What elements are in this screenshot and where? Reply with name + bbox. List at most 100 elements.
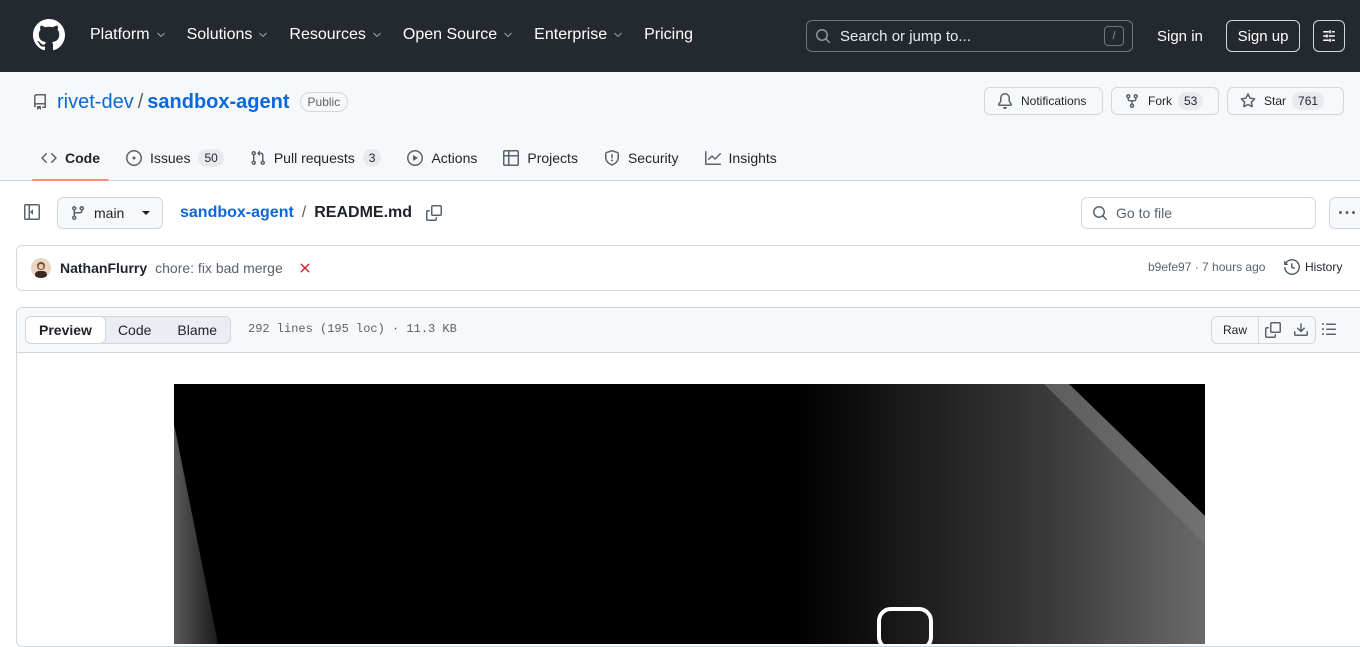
tab-label: Actions <box>431 150 478 166</box>
file-info: 292 lines (195 loc) · 11.3 KB <box>248 322 457 336</box>
nav-item-label: Enterprise <box>534 26 608 43</box>
caret-down-icon <box>142 211 150 215</box>
kebab-horizontal-icon <box>1339 205 1355 221</box>
repo-name-link[interactable]: sandbox-agent <box>147 91 289 114</box>
play-icon <box>407 150 424 166</box>
breadcrumb-file-name: README.md <box>314 204 413 221</box>
nav-item-pricing[interactable]: Pricing <box>634 20 703 50</box>
nav-item-solutions[interactable]: Solutions <box>177 20 280 50</box>
fork-count: 53 <box>1178 92 1204 110</box>
history-label: History <box>1305 260 1343 274</box>
search-icon <box>1092 205 1108 221</box>
shield-icon <box>604 150 620 166</box>
global-header: Platform Solutions Resources Open Source Ent… <box>0 0 1360 72</box>
repo-tabs: Code Issues 50 Pull requests 3 Actions Project… <box>32 136 794 181</box>
readme-banner-image <box>174 384 1205 644</box>
go-to-file-input[interactable] <box>1116 205 1296 221</box>
branch-selector[interactable]: main <box>57 197 163 229</box>
tab-pull-requests[interactable]: Pull requests 3 <box>241 136 391 180</box>
raw-button[interactable]: Raw <box>1212 317 1260 343</box>
fork-icon <box>1124 93 1140 109</box>
sidebar-toggle-button[interactable] <box>16 196 48 228</box>
tab-count: 50 <box>198 149 224 167</box>
nav-item-enterprise[interactable]: Enterprise <box>524 20 634 50</box>
tab-label: Code <box>65 150 100 166</box>
github-logo-icon[interactable] <box>33 19 65 51</box>
tab-actions[interactable]: Actions <box>398 136 486 180</box>
code-icon <box>41 150 57 166</box>
sign-in-link[interactable]: Sign in <box>1148 20 1212 52</box>
breadcrumb-separator: / <box>301 204 307 221</box>
x-failure-icon[interactable] <box>297 260 313 276</box>
branch-name: main <box>94 205 125 221</box>
repo-separator: / <box>137 90 144 113</box>
global-search[interactable]: Search or jump to... / <box>806 20 1133 52</box>
star-button[interactable]: Star 761 <box>1227 87 1344 115</box>
copy-raw-button[interactable] <box>1259 317 1287 343</box>
chevron-down-icon <box>257 29 269 41</box>
nav-item-label: Open Source <box>402 26 498 43</box>
table-icon <box>503 150 520 166</box>
repo-title: rivet-dev / sandbox-agent Public <box>32 90 349 114</box>
breadcrumb: sandbox-agent / README.md <box>180 202 443 224</box>
view-mode-segmented-control: Preview Code Blame <box>25 316 232 344</box>
menu-button[interactable] <box>1313 20 1345 52</box>
nav-item-label: Resources <box>289 26 366 43</box>
copy-icon <box>1265 322 1282 338</box>
download-button[interactable] <box>1287 317 1315 343</box>
notifications-label: Notifications <box>1021 94 1087 108</box>
tab-label: Issues <box>150 150 191 166</box>
pull-request-icon <box>250 150 266 166</box>
list-unordered-icon[interactable] <box>1321 321 1337 337</box>
git-branch-icon <box>70 205 86 221</box>
repo-header: rivet-dev / sandbox-agent Public Notific… <box>0 72 1360 181</box>
commit-author-link[interactable]: NathanFlurry <box>60 260 147 276</box>
tab-label: Pull requests <box>273 150 355 166</box>
tab-code[interactable]: Code <box>32 136 109 181</box>
repo-actions: Notifications Fork 53 Star 761 <box>984 87 1352 115</box>
breadcrumb-repo-link[interactable]: sandbox-agent <box>180 204 294 222</box>
file-viewer: Preview Code Blame 292 lines (195 loc) · 1… <box>16 307 1360 647</box>
tab-security[interactable]: Security <box>595 136 688 180</box>
search-icon <box>815 28 831 44</box>
tab-issues[interactable]: Issues 50 <box>117 136 233 180</box>
tab-label: Security <box>627 150 679 166</box>
commit-message-link[interactable]: chore: fix bad merge <box>155 260 283 276</box>
history-button[interactable]: History <box>1284 259 1342 275</box>
chevron-down-icon <box>155 29 167 41</box>
file-actions: Raw <box>1211 316 1317 344</box>
copy-path-icon[interactable] <box>426 205 443 221</box>
bell-icon <box>997 93 1013 109</box>
more-options-button[interactable] <box>1329 197 1360 229</box>
file-viewer-header: Preview Code Blame 292 lines (195 loc) · 1… <box>17 308 1360 353</box>
notifications-button[interactable]: Notifications <box>984 87 1103 115</box>
commit-sha-time[interactable]: b9efe97 · 7 hours ago <box>1148 260 1265 274</box>
tab-label: Projects <box>527 150 578 166</box>
chevron-down-icon <box>502 29 514 41</box>
star-label: Star <box>1264 94 1287 108</box>
view-code-button[interactable]: Code <box>105 317 164 343</box>
sidebar-expand-icon <box>24 204 40 220</box>
nav-item-resources[interactable]: Resources <box>279 20 392 50</box>
view-preview-button[interactable]: Preview <box>25 316 106 344</box>
search-shortcut-key: / <box>1104 26 1124 46</box>
tab-projects[interactable]: Projects <box>494 136 587 180</box>
avatar[interactable] <box>31 258 51 278</box>
go-to-file-field[interactable] <box>1081 197 1316 229</box>
visibility-badge: Public <box>299 92 349 112</box>
view-blame-button[interactable]: Blame <box>164 317 230 343</box>
nav-item-platform[interactable]: Platform <box>80 20 177 50</box>
chevron-down-icon <box>371 29 383 41</box>
sliders-icon <box>1321 28 1337 44</box>
tab-label: Insights <box>728 150 777 166</box>
tab-insights[interactable]: Insights <box>696 136 786 180</box>
nav-item-label: Pricing <box>644 26 693 43</box>
chevron-down-icon <box>612 29 624 41</box>
sign-up-button[interactable]: Sign up <box>1226 20 1300 52</box>
star-count: 761 <box>1292 92 1325 110</box>
nav-item-open-source[interactable]: Open Source <box>393 20 524 50</box>
global-nav: Platform Solutions Resources Open Source Ent… <box>80 20 703 50</box>
graph-icon <box>704 150 721 166</box>
repo-owner-link[interactable]: rivet-dev <box>57 91 134 114</box>
fork-button[interactable]: Fork 53 <box>1111 87 1219 115</box>
